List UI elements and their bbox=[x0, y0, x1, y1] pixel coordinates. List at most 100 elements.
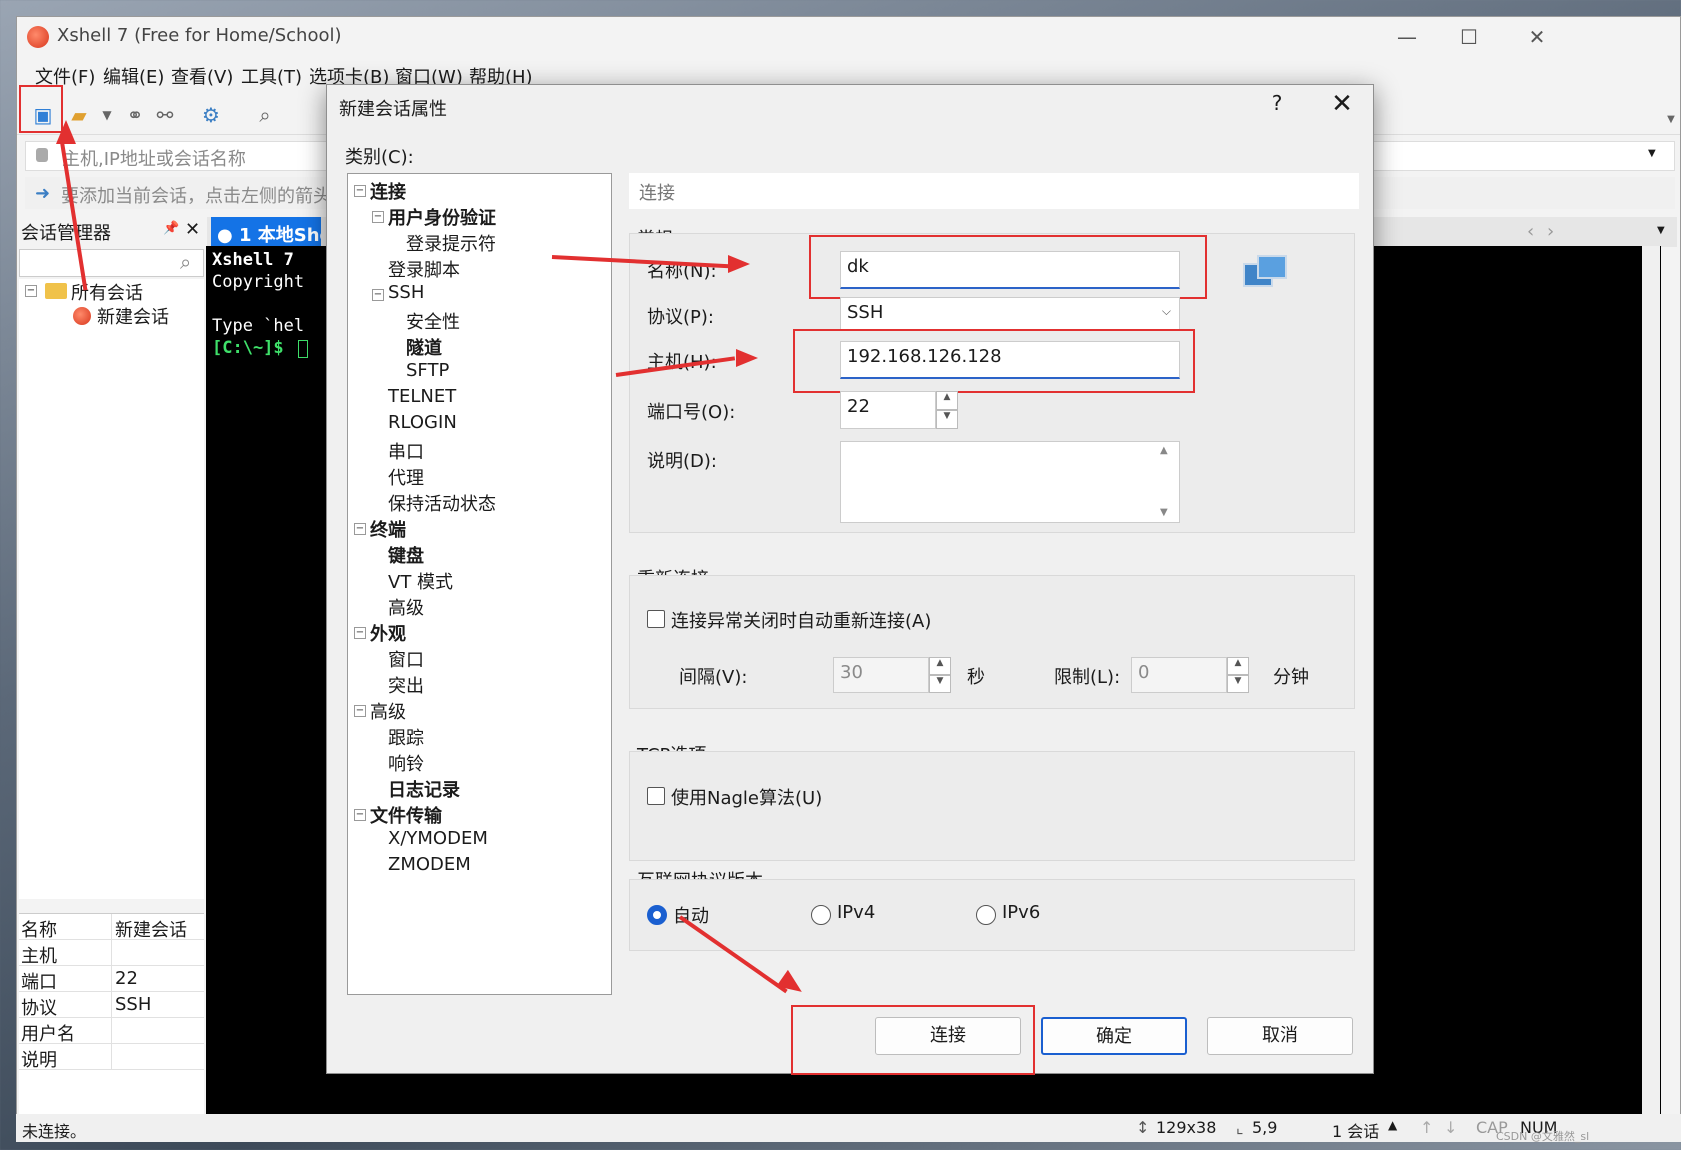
category-item[interactable]: 键盘 bbox=[388, 542, 424, 568]
category-item[interactable]: 用户身份验证 bbox=[388, 204, 496, 230]
category-item[interactable]: 串口 bbox=[388, 438, 424, 464]
dropdown-icon[interactable]: ▼ bbox=[93, 101, 121, 129]
port-up-icon[interactable]: ▲ bbox=[936, 391, 958, 410]
category-item[interactable]: 响铃 bbox=[388, 750, 424, 776]
port-down-icon[interactable]: ▼ bbox=[936, 410, 958, 429]
category-toggle-icon[interactable]: − bbox=[354, 185, 366, 197]
network-computer-icon bbox=[1243, 255, 1287, 295]
pin-icon[interactable]: 📌 bbox=[163, 221, 179, 236]
category-item[interactable]: 安全性 bbox=[406, 308, 460, 334]
category-item[interactable]: VT 模式 bbox=[388, 568, 453, 594]
tab-prev-icon[interactable]: ‹ bbox=[1527, 221, 1534, 242]
category-toggle-icon[interactable]: − bbox=[354, 809, 366, 821]
interval-down-icon[interactable]: ▼ bbox=[929, 675, 951, 693]
close-icon[interactable]: ✕ bbox=[1517, 23, 1557, 51]
radio-auto[interactable] bbox=[647, 905, 667, 925]
interval-field[interactable]: 30 bbox=[833, 657, 929, 693]
tab-local-shell[interactable]: ● 1 本地She bbox=[211, 217, 321, 247]
category-item[interactable]: 高级 bbox=[388, 594, 424, 620]
radio-ipv6[interactable] bbox=[976, 905, 996, 925]
connect-icon[interactable]: ⚭ bbox=[121, 101, 149, 129]
arrow-icon[interactable]: ➜ bbox=[35, 183, 50, 204]
menu-tools[interactable]: 工具(T) bbox=[241, 63, 302, 89]
category-item[interactable]: 窗口 bbox=[388, 646, 424, 672]
category-item[interactable]: 高级 bbox=[370, 698, 406, 724]
category-toggle-icon[interactable]: − bbox=[372, 211, 384, 223]
session-manager-header: 会话管理器 📌 ✕ bbox=[17, 217, 205, 245]
session-icon bbox=[73, 307, 91, 325]
terminal-cursor bbox=[298, 340, 308, 358]
address-dropdown-icon[interactable]: ▼ bbox=[1648, 148, 1656, 159]
category-item[interactable]: TELNET bbox=[388, 386, 456, 407]
folder-icon bbox=[45, 283, 67, 299]
prop-key: 主机 bbox=[21, 946, 57, 967]
category-toggle-icon[interactable]: − bbox=[354, 705, 366, 717]
category-item[interactable]: 文件传输 bbox=[370, 802, 442, 828]
cancel-button[interactable]: 取消 bbox=[1207, 1017, 1353, 1055]
radio-ipv4[interactable] bbox=[811, 905, 831, 925]
category-item[interactable]: 隧道 bbox=[406, 334, 442, 360]
category-toggle-icon[interactable]: − bbox=[354, 523, 366, 535]
terminal-line: Xshell 7 bbox=[212, 250, 294, 270]
category-item[interactable]: RLOGIN bbox=[388, 412, 457, 433]
interval-up-icon[interactable]: ▲ bbox=[929, 657, 951, 675]
watermark: CSDN @文雅然_sl bbox=[1496, 1130, 1590, 1143]
category-item[interactable]: 日志记录 bbox=[388, 776, 460, 802]
tree-new-session[interactable]: 新建会话 bbox=[97, 303, 169, 329]
menu-edit[interactable]: 编辑(E) bbox=[103, 63, 164, 89]
tab-next-icon[interactable]: › bbox=[1547, 221, 1554, 242]
session-manager-close-icon[interactable]: ✕ bbox=[185, 219, 200, 240]
radio-ipv4-label[interactable]: IPv4 bbox=[837, 902, 875, 923]
limit-down-icon[interactable]: ▼ bbox=[1227, 675, 1249, 693]
collapse-toggle-icon[interactable]: − bbox=[25, 285, 37, 297]
dialog-close-icon[interactable]: ✕ bbox=[1322, 89, 1362, 121]
scroll-up-icon[interactable]: ↑ bbox=[1420, 1118, 1433, 1137]
radio-ipv6-label[interactable]: IPv6 bbox=[1002, 902, 1040, 923]
maximize-icon[interactable]: ☐ bbox=[1449, 23, 1489, 51]
category-item[interactable]: 保持活动状态 bbox=[388, 490, 496, 516]
minimize-icon[interactable]: — bbox=[1387, 23, 1427, 51]
session-count-up-icon[interactable]: ▲ bbox=[1388, 1118, 1397, 1132]
category-item[interactable]: SFTP bbox=[406, 360, 449, 381]
new-session-icon[interactable]: ▣ bbox=[29, 101, 57, 129]
prop-row: 端口 22 bbox=[19, 966, 204, 993]
category-toggle-icon[interactable]: − bbox=[354, 627, 366, 639]
limit-up-icon[interactable]: ▲ bbox=[1227, 657, 1249, 675]
menu-view[interactable]: 查看(V) bbox=[171, 63, 233, 89]
ok-button[interactable]: 确定 bbox=[1041, 1017, 1187, 1055]
help-icon[interactable]: ? bbox=[1262, 91, 1292, 121]
category-item[interactable]: SSH bbox=[388, 282, 424, 303]
description-textarea[interactable] bbox=[840, 441, 1180, 523]
category-item[interactable]: 登录脚本 bbox=[388, 256, 460, 282]
nagle-checkbox[interactable] bbox=[647, 787, 665, 805]
category-item[interactable]: 代理 bbox=[388, 464, 424, 490]
session-search-input[interactable]: ⌕ bbox=[19, 249, 204, 277]
tab-list-icon[interactable]: ▼ bbox=[1657, 225, 1665, 236]
auto-reconnect-label[interactable]: 连接异常关闭时自动重新连接(A) bbox=[671, 607, 931, 633]
category-item[interactable]: ZMODEM bbox=[388, 854, 471, 875]
nagle-label[interactable]: 使用Nagle算法(U) bbox=[671, 784, 822, 810]
limit-field[interactable]: 0 bbox=[1131, 657, 1227, 693]
disconnect-icon[interactable]: ⚯ bbox=[151, 101, 179, 129]
session-count[interactable]: 1 会话 bbox=[1332, 1118, 1379, 1142]
properties-icon[interactable]: ⚙ bbox=[197, 101, 225, 129]
scroll-down-icon[interactable]: ▼ bbox=[1160, 507, 1168, 518]
protocol-select[interactable]: SSH ⌵ bbox=[840, 297, 1180, 331]
category-item[interactable]: 跟踪 bbox=[388, 724, 424, 750]
category-item[interactable]: 连接 bbox=[370, 178, 406, 204]
category-item[interactable]: 外观 bbox=[370, 620, 406, 646]
category-item[interactable]: 终端 bbox=[370, 516, 406, 542]
category-toggle-icon[interactable]: − bbox=[372, 289, 384, 301]
search-icon[interactable]: ⌕ bbox=[251, 101, 279, 129]
scroll-up-icon[interactable]: ▲ bbox=[1160, 445, 1168, 456]
category-item[interactable]: X/YMODEM bbox=[388, 828, 488, 849]
auto-reconnect-checkbox[interactable] bbox=[647, 610, 665, 628]
category-item[interactable]: 登录提示符 bbox=[406, 230, 496, 256]
prop-value: SSH bbox=[115, 994, 152, 1015]
port-field[interactable]: 22 bbox=[840, 391, 936, 429]
terminal-scrollbar[interactable] bbox=[1642, 246, 1660, 1114]
scroll-down-icon[interactable]: ↓ bbox=[1444, 1118, 1457, 1137]
toolbar-overflow-icon[interactable]: ▼ bbox=[1657, 105, 1681, 133]
category-tree[interactable]: − 连接 − 用户身份验证 登录提示符 登录脚本 − SSH 安全性 隧道 SFTP TELNET RL… bbox=[347, 173, 612, 995]
category-item[interactable]: 突出 bbox=[388, 672, 424, 698]
